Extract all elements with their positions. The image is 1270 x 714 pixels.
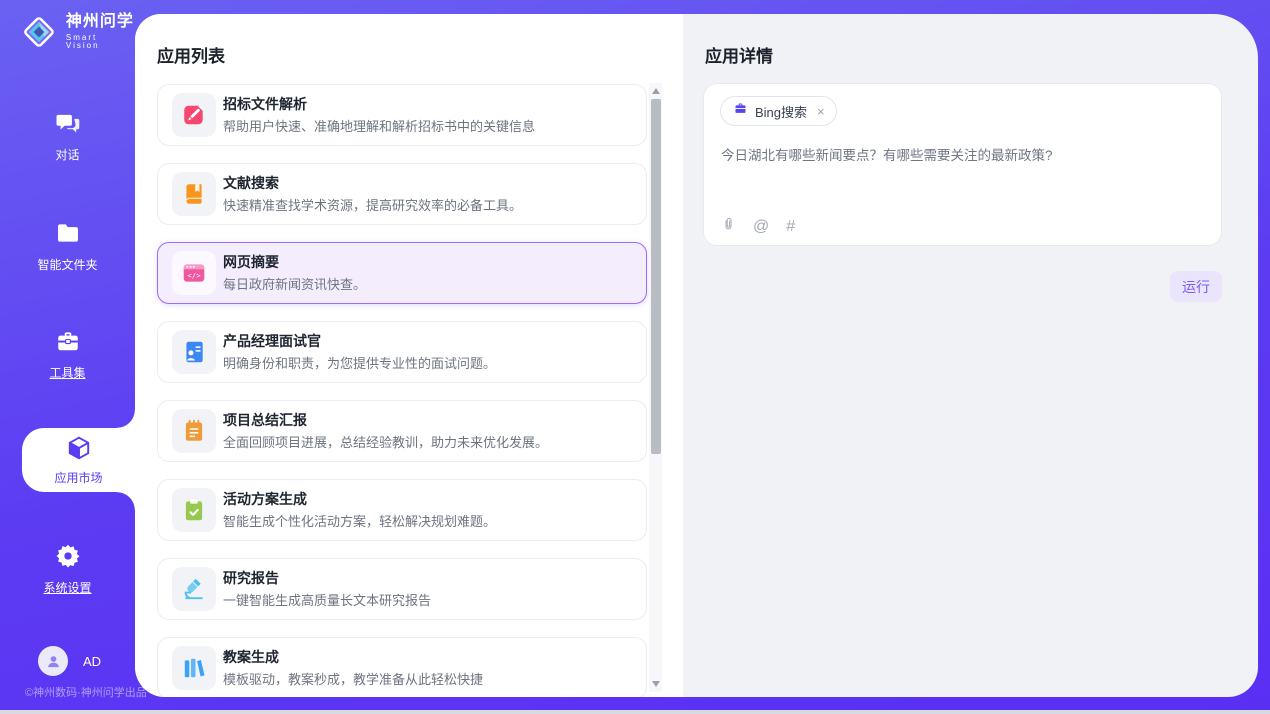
toolbox-icon — [55, 341, 81, 358]
app-logo: 神州问学 Smart Vision — [20, 13, 135, 51]
screen: 神州问学 Smart Vision 对话智能文件夹工具集应用市场系统设置 AD … — [0, 0, 1270, 714]
microscope-icon — [172, 567, 216, 611]
app-list: 招标文件解析帮助用户快速、准确地理解和解析招标书中的关键信息文献搜索快速精准查找… — [157, 84, 647, 697]
copyright-text: ©神州数码·神州问学出品 — [25, 684, 147, 700]
app-card-1[interactable]: 文献搜索快速精准查找学术资源，提高研究效率的必备工具。 — [157, 163, 647, 225]
sidebar-item-chat[interactable]: 对话 — [0, 110, 135, 163]
app-card-description: 帮助用户快速、准确地理解和解析招标书中的关键信息 — [223, 116, 535, 135]
app-card-description: 快速精准查找学术资源，提高研究效率的必备工具。 — [223, 195, 522, 214]
tool-chip-bing-search[interactable]: Bing搜索 × — [720, 96, 837, 126]
user-account[interactable]: AD — [38, 646, 101, 676]
app-window: 神州问学 Smart Vision 对话智能文件夹工具集应用市场系统设置 AD … — [0, 0, 1270, 710]
app-card-title: 网页摘要 — [223, 252, 279, 272]
scroll-down-icon[interactable] — [652, 681, 660, 687]
app-card-title: 招标文件解析 — [223, 94, 307, 114]
sidebar-item-toolset[interactable]: 工具集 — [0, 328, 135, 381]
content-area: 应用列表 招标文件解析帮助用户快速、准确地理解和解析招标书中的关键信息文献搜索快… — [135, 14, 1258, 697]
chat-icon — [55, 123, 81, 140]
book-icon — [172, 172, 216, 216]
app-card-0[interactable]: 招标文件解析帮助用户快速、准确地理解和解析招标书中的关键信息 — [157, 84, 647, 146]
browser-code-icon: </> — [172, 251, 216, 295]
notepad-icon — [172, 409, 216, 453]
app-card-description: 一键智能生成高质量长文本研究报告 — [223, 590, 431, 609]
clipboard-check-icon — [172, 488, 216, 532]
user-name: AD — [83, 654, 101, 669]
paperclip-icon[interactable] — [721, 215, 736, 238]
app-card-title: 产品经理面试官 — [223, 331, 321, 351]
sidebar-item-app-market[interactable]: 应用市场 — [22, 428, 135, 492]
query-text[interactable]: 今日湖北有哪些新闻要点？有哪些需要关注的最新政策? — [721, 144, 1053, 164]
app-card-title: 文献搜索 — [223, 173, 279, 193]
gear-icon — [55, 556, 81, 573]
app-card-description: 模板驱动，教案秒成，教学准备从此轻松快捷 — [223, 669, 483, 688]
sidebar-item-label: 应用市场 — [22, 469, 135, 486]
app-card-5[interactable]: 活动方案生成智能生成个性化活动方案，轻松解决规划难题。 — [157, 479, 647, 541]
app-card-6[interactable]: 研究报告一键智能生成高质量长文本研究报告 — [157, 558, 647, 620]
app-card-title: 活动方案生成 — [223, 489, 307, 509]
sidebar-item-label: 系统设置 — [0, 579, 135, 596]
app-card-7[interactable]: 教案生成模板驱动，教案秒成，教学准备从此轻松快捷 — [157, 637, 647, 697]
app-card-title: 研究报告 — [223, 568, 279, 588]
folder-icon — [55, 233, 81, 250]
app-card-3[interactable]: 产品经理面试官明确身份和职责，为您提供专业性的面试问题。 — [157, 321, 647, 383]
tool-chip-label: Bing搜索 — [755, 102, 807, 121]
app-list-title: 应用列表 — [157, 42, 225, 67]
app-card-title: 项目总结汇报 — [223, 410, 307, 430]
app-card-4[interactable]: 项目总结汇报全面回顾项目进展，总结经验教训，助力未来优化发展。 — [157, 400, 647, 462]
app-list-panel: 应用列表 招标文件解析帮助用户快速、准确地理解和解析招标书中的关键信息文献搜索快… — [135, 14, 683, 697]
cube-icon — [66, 448, 92, 465]
logo-diamond-icon — [20, 13, 58, 51]
app-card-2[interactable]: </> 网页摘要每日政府新闻资讯快查。 — [157, 242, 647, 304]
books-icon — [172, 646, 216, 690]
sidebar-item-system-settings[interactable]: 系统设置 — [0, 543, 135, 596]
sidebar-item-label: 工具集 — [0, 364, 135, 381]
app-card-description: 智能生成个性化活动方案，轻松解决规划难题。 — [223, 511, 496, 530]
avatar — [38, 646, 68, 676]
scrollbar[interactable] — [649, 83, 662, 692]
sidebar-item-label: 对话 — [0, 146, 135, 163]
chip-close-icon[interactable]: × — [817, 104, 825, 119]
hash-icon[interactable]: # — [786, 218, 795, 236]
briefcase-icon — [733, 101, 748, 121]
sidebar-item-smart-folders[interactable]: 智能文件夹 — [0, 220, 135, 273]
app-detail-title: 应用详情 — [705, 42, 773, 67]
scrollbar-thumb[interactable] — [651, 99, 661, 454]
app-card-description: 明确身份和职责，为您提供专业性的面试问题。 — [223, 353, 496, 372]
logo-subtitle: Smart Vision — [66, 34, 135, 50]
person-icon — [45, 653, 62, 670]
sidebar: 神州问学 Smart Vision 对话智能文件夹工具集应用市场系统设置 AD … — [0, 0, 135, 708]
sidebar-item-label: 智能文件夹 — [0, 256, 135, 273]
person-doc-icon — [172, 330, 216, 374]
svg-text:</>: </> — [187, 271, 201, 280]
app-card-description: 每日政府新闻资讯快查。 — [223, 274, 366, 293]
app-card-title: 教案生成 — [223, 647, 279, 667]
document-edit-icon — [172, 93, 216, 137]
composer-toolbar: @# — [721, 215, 795, 238]
app-card-description: 全面回顾项目进展，总结经验教训，助力未来优化发展。 — [223, 432, 548, 451]
scroll-up-icon[interactable] — [652, 88, 660, 94]
run-button[interactable]: 运行 — [1170, 271, 1222, 302]
logo-title: 神州问学 — [66, 14, 135, 30]
at-icon[interactable]: @ — [753, 218, 769, 236]
prompt-card[interactable]: Bing搜索 × 今日湖北有哪些新闻要点？有哪些需要关注的最新政策? @# — [703, 83, 1222, 246]
